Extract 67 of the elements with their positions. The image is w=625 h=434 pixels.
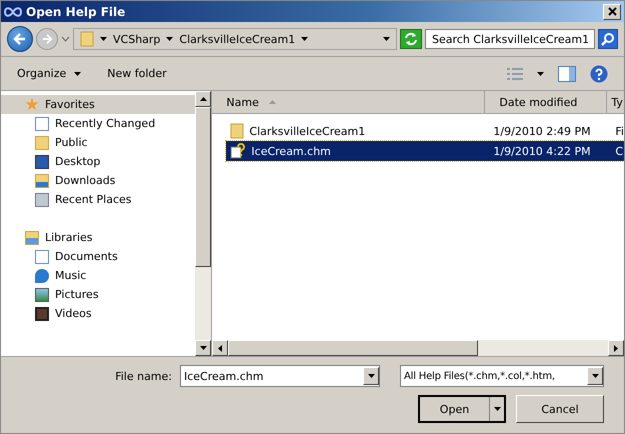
search-field[interactable]: Search ClarksvilleIceCream1 (425, 29, 595, 49)
download-folder-icon (35, 174, 49, 188)
scroll-down-icon[interactable] (200, 346, 207, 350)
caret-icon (74, 72, 82, 76)
document-icon (35, 250, 49, 264)
help-file-icon (230, 143, 246, 159)
sidebar-item[interactable]: Downloads (1, 171, 196, 190)
folder-icon (230, 123, 244, 139)
window-title: Open Help File (26, 4, 126, 18)
column-header[interactable]: Ty (607, 91, 624, 113)
sidebar-item[interactable]: Libraries (1, 228, 196, 247)
sidebar-item[interactable]: Recent Places (1, 190, 196, 209)
breadcrumb[interactable]: VCSharp (113, 32, 160, 46)
breadcrumb[interactable]: ClarksvilleIceCream1 (179, 32, 296, 46)
caret-icon[interactable] (301, 37, 308, 41)
caret-icon (368, 374, 374, 378)
scroll-up-icon[interactable] (200, 97, 207, 101)
open-button[interactable]: Open (418, 395, 506, 423)
close-button[interactable] (603, 4, 621, 20)
sidebar-item[interactable]: Favorites (1, 95, 196, 114)
refresh-button[interactable] (400, 29, 422, 49)
help-icon[interactable] (590, 64, 608, 82)
column-header[interactable]: Date modified (485, 91, 608, 113)
search-button[interactable] (598, 29, 618, 49)
preview-pane-icon[interactable] (558, 66, 576, 82)
caret-icon[interactable] (537, 72, 544, 76)
sidebar-item[interactable]: Desktop (1, 152, 196, 171)
file-row[interactable]: ClarksvilleIceCream1 1/9/2010 2:49 PM Fi (226, 121, 624, 141)
back-button[interactable] (7, 26, 33, 52)
file-type-dropdown[interactable]: All Help Files(*.chm,*.col,*.htm, (400, 365, 604, 387)
address-bar[interactable]: VCSharp ClarksvilleIceCream1 (73, 28, 397, 50)
search-icon (601, 32, 615, 46)
library-folder-icon (25, 230, 39, 244)
file-name-field[interactable]: IceCream.chm (180, 365, 380, 387)
close-icon (608, 7, 616, 16)
file-name-label: File name: (115, 370, 172, 382)
sidebar-item[interactable]: Videos (1, 304, 196, 323)
picture-icon (35, 288, 49, 302)
file-row[interactable]: IceCream.chm 1/9/2010 4:22 PM C (226, 141, 624, 161)
history-caret-icon[interactable] (61, 36, 70, 42)
caret-icon[interactable] (166, 37, 174, 41)
sidebar-item[interactable]: Pictures (1, 285, 196, 304)
scrollbar[interactable] (212, 340, 624, 356)
refresh-arrows-icon (404, 32, 418, 46)
caret-icon (494, 407, 500, 411)
sidebar-item[interactable]: Recently Changed (1, 114, 196, 133)
scroll-right-icon[interactable] (614, 344, 618, 352)
folder-icon (35, 136, 49, 150)
sidebar-item[interactable]: Documents (1, 247, 196, 266)
column-header[interactable]: Name (212, 91, 486, 113)
caret-icon[interactable] (100, 37, 107, 41)
scrollbar[interactable] (195, 91, 212, 356)
forward-button[interactable] (36, 28, 58, 50)
folder-icon (80, 31, 94, 47)
sidebar-item[interactable]: Music (1, 266, 196, 285)
organize-button[interactable]: Organize (11, 65, 88, 82)
new-folder-button[interactable]: New folder (101, 65, 173, 82)
document-icon (35, 116, 49, 130)
infinity-icon (4, 6, 22, 16)
cancel-button[interactable]: Cancel (516, 395, 604, 423)
back-arrow-icon (13, 32, 27, 46)
scroll-left-icon[interactable] (218, 344, 222, 352)
sort-caret-icon (268, 100, 276, 104)
dropdown-caret-icon[interactable] (383, 37, 390, 41)
sidebar-item[interactable]: Public (1, 133, 196, 152)
caret-icon (592, 374, 598, 378)
forward-arrow-icon (41, 33, 53, 45)
